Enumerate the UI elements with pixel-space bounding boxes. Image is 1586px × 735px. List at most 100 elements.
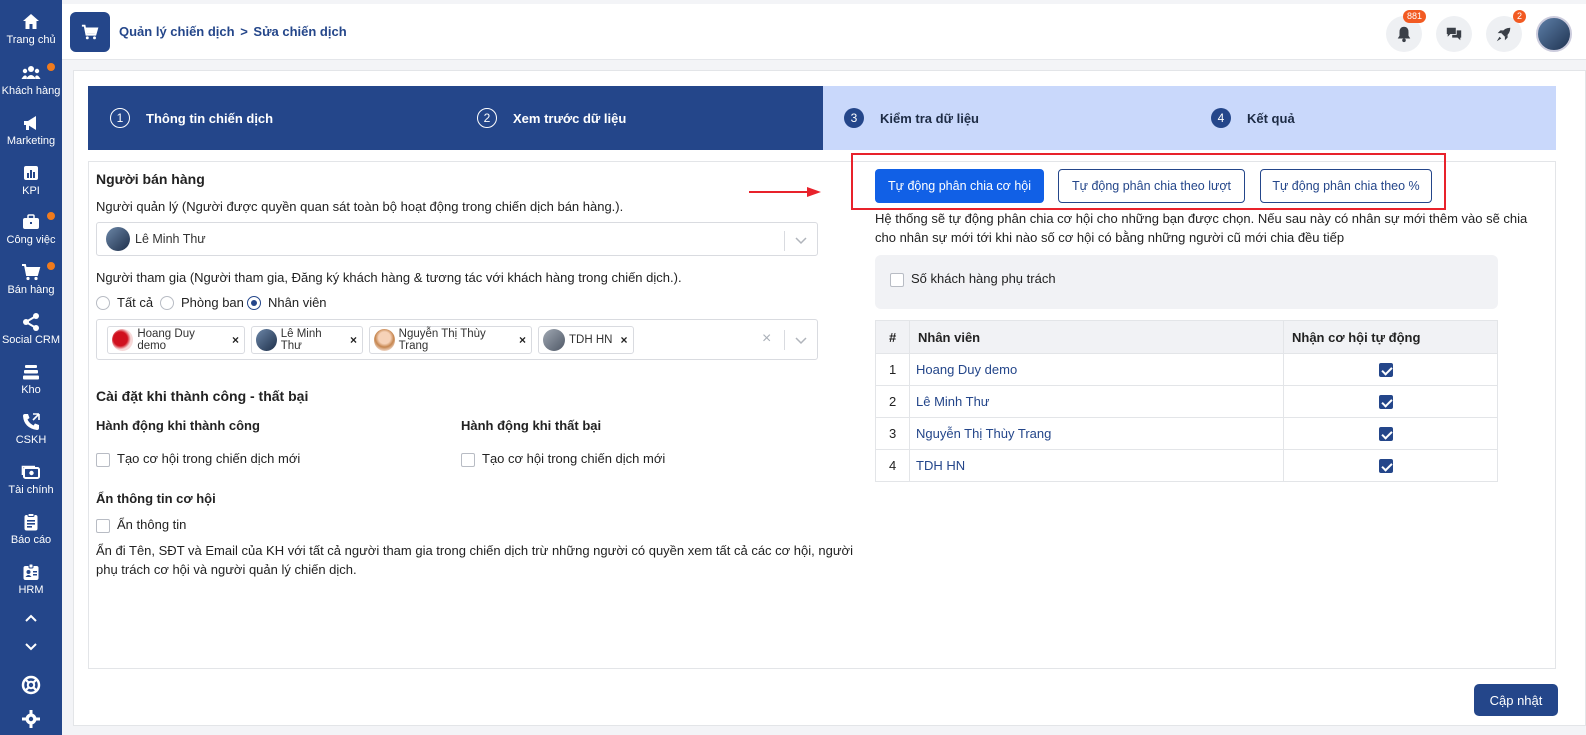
breadcrumb-campaign-management[interactable]: Quản lý chiến dịch [119,24,235,39]
participant-chip: Hoang Duy demo × [107,326,245,354]
sidebar-item-label: Công việc [6,234,56,246]
step-4[interactable]: 4 Kết quả [1211,86,1295,150]
sidebar-item-finance[interactable]: Tài chính [0,462,62,496]
step-label: Kiểm tra dữ liệu [880,110,979,126]
hide-info-checkbox[interactable] [96,519,110,533]
avatar [112,329,134,351]
step-number: 4 [1211,108,1231,128]
employee-name-link[interactable]: TDH HN [909,449,1284,482]
employee-name-link[interactable]: Hoang Duy demo [909,353,1284,386]
step-label: Kết quả [1247,110,1295,126]
sidebar-item-label: Kho [21,384,41,396]
sidebar-item-social-crm[interactable]: Social CRM [0,312,62,346]
rocket-button[interactable]: 2 [1486,10,1526,52]
sidebar-item-label: HRM [18,584,44,596]
id-badge-icon [23,563,39,580]
column-header-employee: Nhân viên [909,320,1284,354]
success-actions-title: Hành động khi thành công [96,418,260,433]
clipboard-icon [24,513,38,531]
user-avatar[interactable] [1536,16,1572,52]
step-1[interactable]: 1 Thông tin chiến dịch [110,86,273,150]
column-header-index: # [875,320,910,354]
row-index: 4 [875,449,910,482]
fail-actions-title: Hành động khi thất bại [461,418,602,433]
participant-chip: Nguyễn Thị Thùy Trang × [369,326,532,354]
sidebar-item-hrm[interactable]: HRM [0,562,62,596]
sidebar-item-customer-care[interactable]: CSKH [0,412,62,446]
sidebar-item-label: Marketing [6,135,56,147]
gear-icon[interactable] [21,709,41,729]
step-number: 1 [110,108,130,128]
users-icon [21,66,41,79]
sidebar-item-warehouse[interactable]: Kho [0,362,62,396]
share-icon [23,313,39,331]
notifications-button[interactable]: 881 [1386,10,1426,52]
manager-value: Lê Minh Thư [135,232,206,246]
manager-select[interactable]: Lê Minh Thư [96,222,818,256]
sidebar-item-label: Báo cáo [10,534,52,546]
row-index: 1 [875,353,910,386]
table-row: 1 Hoang Duy demo [875,353,1498,386]
participants-multiselect[interactable]: Hoang Duy demo × Lê Minh Thư × Nguyễn Th… [96,319,818,360]
table-header-row: # Nhân viên Nhận cơ hội tự động [875,320,1498,354]
step-label: Xem trước dữ liệu [513,110,627,126]
radio-employee-label: Nhân viên [268,295,327,310]
sidebar-item-tasks[interactable]: Công việc [0,212,62,246]
notification-dot [47,262,55,270]
success-create-opportunity-label: Tạo cơ hội trong chiến dịch mới [117,451,301,466]
sidebar-item-home[interactable]: Trang chủ [0,12,62,46]
step-2[interactable]: 2 Xem trước dữ liệu [477,86,626,150]
customers-in-charge-checkbox[interactable] [890,273,904,287]
module-cart-button[interactable] [70,12,110,52]
breadcrumb-edit-campaign: Sửa chiến dịch [253,24,347,39]
hide-info-label: Ẩn thông tin [117,517,187,532]
employee-name-link[interactable]: Nguyễn Thị Thùy Trang [909,417,1284,450]
sidebar-item-marketing[interactable]: Marketing [0,113,62,147]
fail-create-opportunity-label: Tạo cơ hội trong chiến dịch mới [482,451,666,466]
radio-employee[interactable] [247,296,261,310]
sidebar-item-label: CSKH [15,434,47,446]
chevron-up-icon[interactable] [22,610,40,628]
money-icon [21,465,40,479]
avatar [256,329,277,351]
tab-auto-split-by-turn[interactable]: Tự động phân chia theo lượt [1058,169,1245,203]
step-label: Thông tin chiến dịch [146,110,274,126]
remove-chip-icon[interactable]: × [620,333,627,347]
remove-chip-icon[interactable]: × [519,333,526,347]
success-create-opportunity-checkbox[interactable] [96,453,110,467]
radio-department[interactable] [160,296,174,310]
step-number: 2 [477,108,497,128]
chevron-down-icon[interactable] [22,637,40,655]
radio-all[interactable] [96,296,110,310]
messages-button[interactable] [1436,16,1472,52]
employee-name-link[interactable]: Lê Minh Thư [909,385,1284,418]
step-number: 3 [844,108,864,128]
hide-info-description-2: phụ trách cơ hội và người quản lý chiến … [96,562,357,577]
sidebar-item-kpi[interactable]: KPI [0,163,62,197]
clear-all-icon[interactable]: × [762,330,771,348]
remove-chip-icon[interactable]: × [350,333,357,347]
sidebar-item-sales[interactable]: Bán hàng [0,262,62,296]
auto-receive-checkbox[interactable] [1379,363,1393,377]
notification-dot [47,212,55,220]
fail-create-opportunity-checkbox[interactable] [461,453,475,467]
step-3[interactable]: 3 Kiểm tra dữ liệu [844,86,979,150]
column-header-auto-receive: Nhận cơ hội tự động [1283,320,1498,354]
employee-table: # Nhân viên Nhận cơ hội tự động 1 Hoang … [875,320,1498,482]
remove-chip-icon[interactable]: × [232,333,239,347]
chip-label: TDH HN [569,334,613,346]
rocket-count-badge: 2 [1512,10,1526,23]
auto-receive-checkbox[interactable] [1379,395,1393,409]
sidebar-item-label: KPI [22,185,40,197]
auto-receive-checkbox[interactable] [1379,427,1393,441]
section-title-result-settings: Cài đặt khi thành công - thất bại [96,388,309,404]
participant-chip: TDH HN × [538,326,634,354]
tab-auto-split-opportunity[interactable]: Tự động phân chia cơ hội [875,169,1044,203]
chevron-down-icon[interactable] [794,333,808,347]
tab-auto-split-by-percent[interactable]: Tự động phân chia theo % [1260,169,1432,203]
sidebar-item-customers[interactable]: Khách hàng [0,63,62,97]
update-button[interactable]: Cập nhật [1474,684,1558,716]
auto-receive-checkbox[interactable] [1379,459,1393,473]
lifebuoy-icon[interactable] [21,675,41,695]
sidebar-item-reports[interactable]: Báo cáo [0,512,62,546]
